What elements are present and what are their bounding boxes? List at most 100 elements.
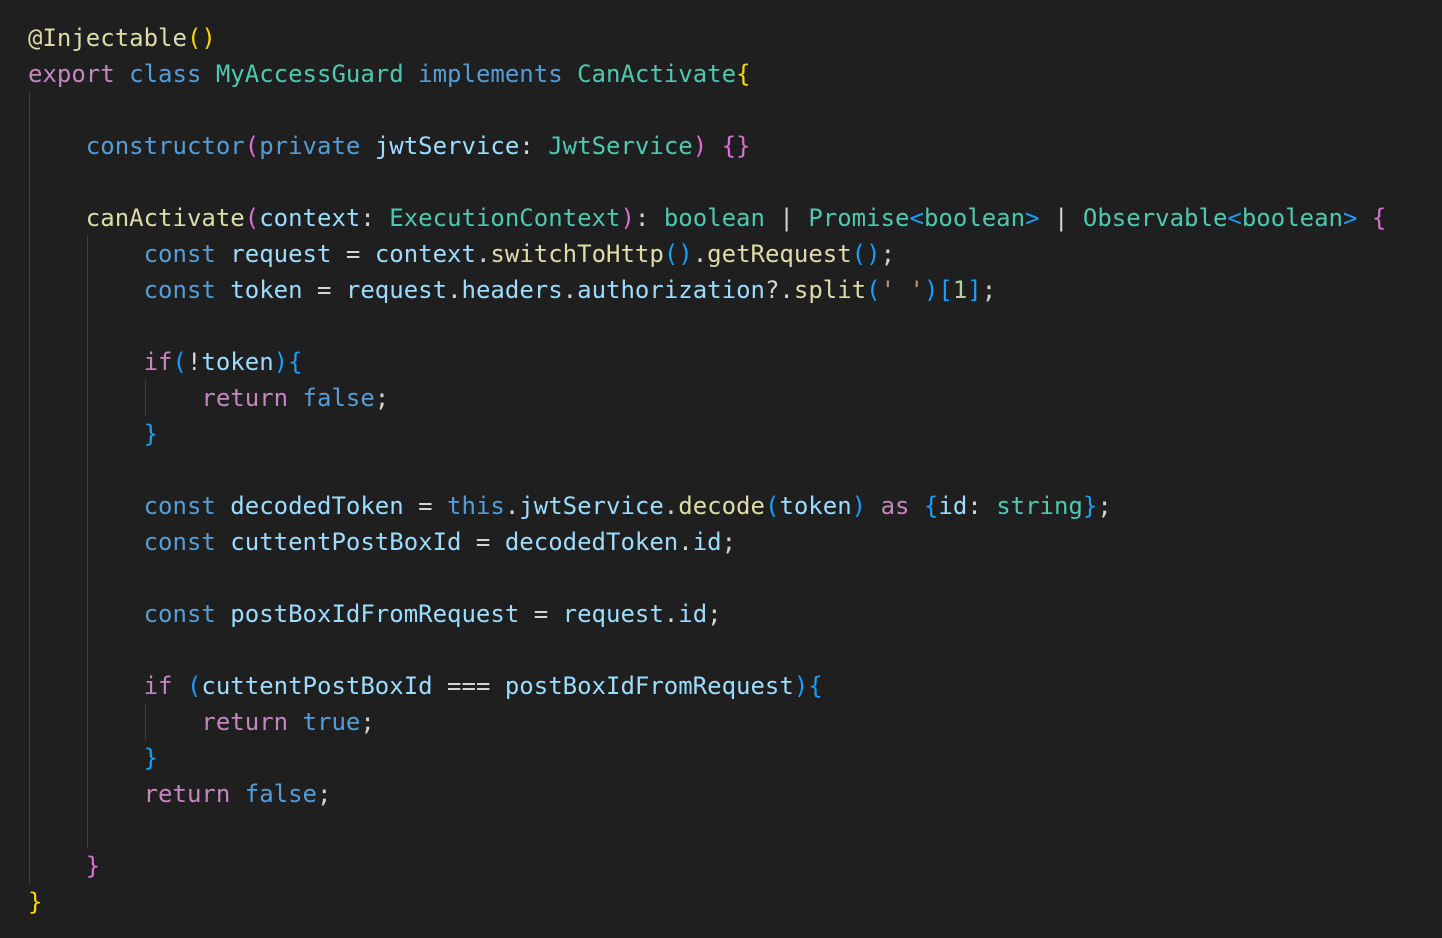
code-line[interactable]: canActivate(context: ExecutionContext): … [28,200,1387,236]
code-token: false [302,384,375,412]
code-line[interactable]: const request = context.switchToHttp().g… [28,236,1386,272]
code-token: decodedToken [504,528,679,556]
code-token: () [851,240,881,268]
code-line[interactable] [28,560,1386,596]
code-token: : [967,492,997,520]
code-token: headers [461,276,563,304]
code-line[interactable]: return false; [28,380,1386,416]
code-token: postBoxIdFromRequest [230,600,520,628]
code-token: id [678,600,708,628]
code-token: jwtService [519,492,664,520]
code-token: > [1025,204,1040,232]
code-token: Observable [1082,204,1228,232]
code-token: ( [244,132,260,160]
code-token: : [360,204,390,232]
code-line[interactable]: } [28,416,1386,452]
code-line[interactable]: const decodedToken = this.jwtService.dec… [28,488,1386,524]
code-line[interactable]: if (cuttentPostBoxId === postBoxIdFromRe… [28,668,1386,704]
code-token: . [663,492,679,520]
code-token: : [519,132,549,160]
code-line[interactable]: } [28,740,1386,776]
code-token: ; [1097,492,1112,520]
code-token: as [880,492,910,520]
code-token: . [475,240,491,268]
code-token: if [143,672,173,700]
code-token: ; [981,276,997,304]
code-line[interactable] [28,452,1386,488]
code-token: . [678,528,693,556]
code-token: if [143,348,173,376]
code-token: ( [866,276,881,304]
code-token: token [779,492,852,520]
code-token: ) [923,276,939,304]
code-token: ; [721,528,737,556]
code-token: < [909,204,924,232]
code-token: token [201,348,274,376]
code-token: @Injectable [28,24,187,52]
code-line[interactable]: export class MyAccessGuard implements Ca… [28,56,1386,92]
code-line[interactable]: return false; [28,776,1386,812]
code-token: context [259,204,361,232]
code-token: postBoxIdFromRequest [504,672,794,700]
code-token: = [519,600,563,628]
code-line[interactable] [28,632,1386,668]
code-token: switchToHttp [490,240,664,268]
code-token: } [143,420,159,448]
code-token: request [345,276,448,304]
code-token: = [302,276,346,304]
code-token: const [143,240,216,268]
code-token: token [230,276,303,304]
code-editor[interactable]: @Injectable() export class MyAccessGuard … [0,0,1442,938]
code-token: ] [967,276,982,304]
code-token: return [201,384,289,412]
code-token: ) [273,348,289,376]
code-token: > [1343,204,1358,232]
code-line[interactable]: @Injectable() [28,20,1386,56]
code-token: decodedToken [230,492,404,520]
code-token: const [143,492,216,520]
code-line[interactable]: } [28,884,1386,920]
code-token: ) [620,204,635,232]
code-token: context [374,240,476,268]
code-line[interactable]: } [28,848,1386,884]
code-line[interactable] [28,92,1386,128]
code-line[interactable]: const token = request.headers.authorizat… [28,272,1386,308]
code-line[interactable]: const cuttentPostBoxId = decodedToken.id… [28,524,1386,560]
code-token: class [129,60,202,88]
code-token: boolean [1241,204,1344,232]
code-line[interactable] [28,812,1386,848]
code-content[interactable]: @Injectable() export class MyAccessGuard … [28,20,1386,920]
code-token: boolean [663,204,765,232]
code-line[interactable]: constructor(private jwtService: JwtServi… [28,128,1386,164]
code-token: split [793,276,867,304]
code-line[interactable]: return true; [28,704,1386,740]
code-line[interactable]: const postBoxIdFromRequest = request.id; [28,596,1386,632]
code-token: true [302,708,361,736]
code-line[interactable] [28,308,1386,344]
code-token: MyAccessGuard [215,60,404,88]
code-line[interactable] [28,164,1386,200]
code-line[interactable]: if(!token){ [28,344,1386,380]
code-token: return [201,708,289,736]
code-token: id [692,528,722,556]
code-token: ' ' [880,276,924,304]
code-token: const [143,600,216,628]
